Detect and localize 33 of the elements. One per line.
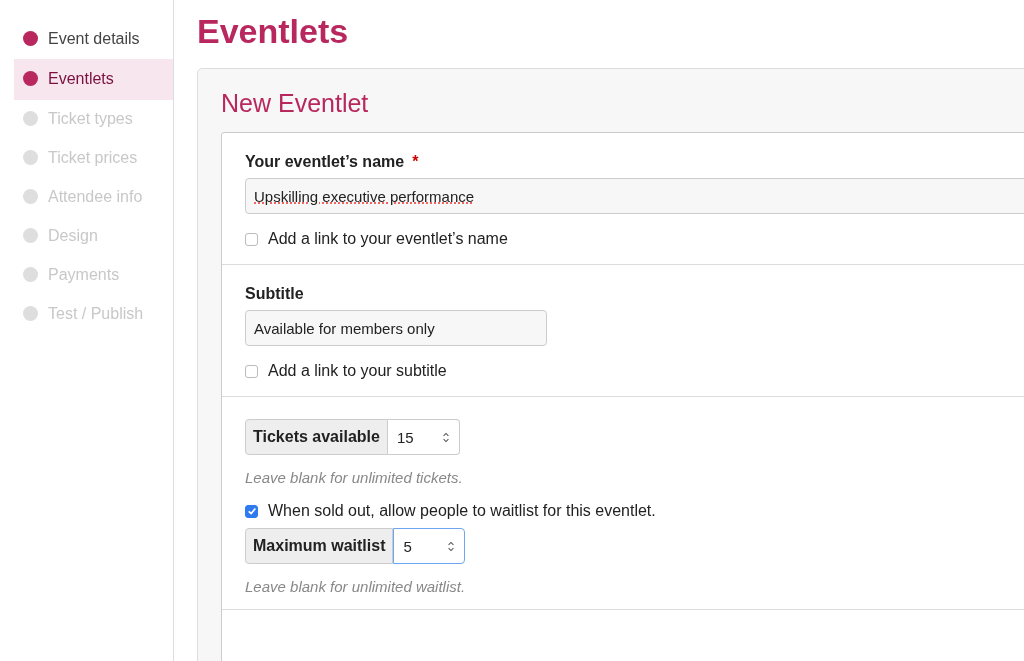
field-label: Maximum waitlist <box>245 528 394 564</box>
step-dot-icon <box>23 189 38 204</box>
name-field[interactable]: Upskilling executive performance <box>245 178 1024 214</box>
checkbox-label: When sold out, allow people to waitlist for this eventlet. <box>268 502 656 520</box>
step-dot-icon <box>23 111 38 126</box>
sidebar-item-label: Eventlets <box>48 69 114 88</box>
step-dot-icon <box>23 31 38 46</box>
panel-title: New Eventlet <box>221 89 370 118</box>
required-mark: * <box>412 153 419 171</box>
checkbox[interactable] <box>245 504 258 518</box>
spinner-icon[interactable] <box>447 539 456 553</box>
hint-text: Leave blank for unlimited tickets. <box>245 469 464 486</box>
step-dot-icon <box>23 71 38 86</box>
checkbox-label: Add a link to your eventlet’s name <box>268 230 508 248</box>
page-title: Eventlets <box>197 12 350 51</box>
step-dot-icon <box>23 228 38 243</box>
field-label: Your eventlet’s name <box>245 153 405 171</box>
checkbox-label: Add a link to your subtitle <box>268 362 447 380</box>
step-dot-icon <box>23 306 38 321</box>
number-field[interactable]: 15 <box>387 419 460 455</box>
sidebar-item-label: Event details <box>48 29 140 48</box>
field-label: Subtitle <box>245 285 304 303</box>
sidebar-item[interactable]: Event details <box>14 20 173 59</box>
field-label: Tickets available <box>245 419 388 455</box>
step-dot-icon <box>23 267 38 282</box>
step-dot-icon <box>23 150 38 165</box>
number-field[interactable]: 5 <box>393 528 466 564</box>
spinner-icon[interactable] <box>441 430 450 444</box>
checkbox[interactable] <box>245 232 258 246</box>
checkbox[interactable] <box>245 364 258 378</box>
hint-text: Leave blank for unlimited waitlist. <box>245 578 467 595</box>
subtitle-field[interactable]: Available for members only <box>245 310 547 346</box>
sidebar-item[interactable]: Eventlets <box>14 59 173 100</box>
